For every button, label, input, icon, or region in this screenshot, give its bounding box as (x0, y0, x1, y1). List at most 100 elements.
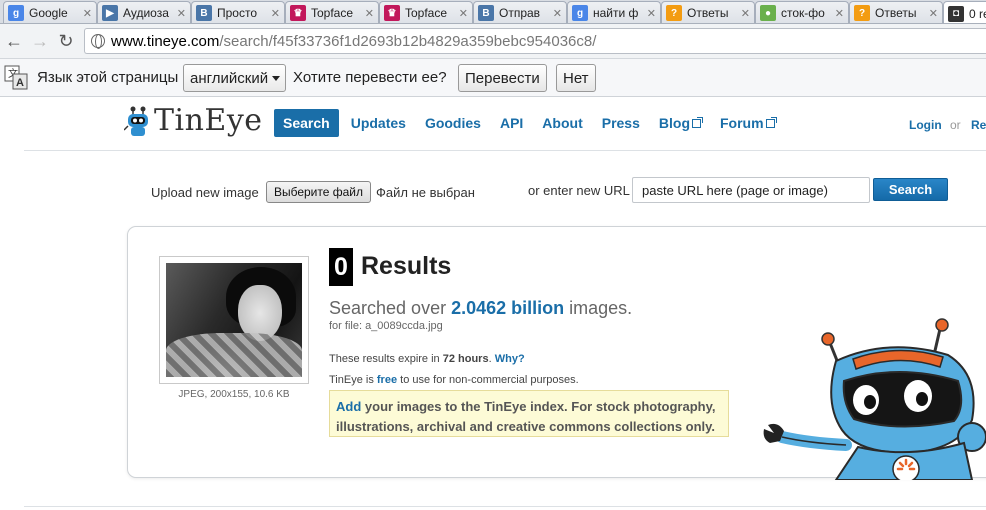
answers-icon: ? (854, 5, 870, 21)
translate-question: Хотите перевести ее? (293, 69, 447, 86)
url-label: or enter new URL (528, 183, 630, 198)
external-link-icon (765, 117, 777, 128)
expire-note: These results expire in 72 hours. Why? (329, 353, 525, 365)
tab-4[interactable]: ♛ Topface ✕ (379, 1, 473, 23)
tab-label: Google (29, 6, 68, 20)
nav-search[interactable]: Search (274, 109, 339, 137)
tab-6[interactable]: g найти ф ✕ (567, 1, 661, 23)
search-button[interactable]: Search (873, 178, 948, 201)
close-tab-icon[interactable]: ✕ (365, 7, 374, 20)
tab-label: Просто (217, 6, 258, 20)
nav-forum[interactable]: Forum (720, 110, 777, 136)
tab-9[interactable]: ? Ответы ✕ (849, 1, 943, 23)
nav-goodies[interactable]: Goodies (425, 110, 481, 136)
close-tab-icon[interactable]: ✕ (647, 7, 656, 20)
crown-icon: ♛ (290, 5, 306, 21)
close-tab-icon[interactable]: ✕ (553, 7, 562, 20)
translate-button[interactable]: Перевести (458, 64, 547, 92)
tab-3[interactable]: ♛ Topface ✕ (285, 1, 379, 23)
nav-updates[interactable]: Updates (351, 110, 406, 136)
expire-time: 72 hours (442, 353, 489, 365)
tab-strip: g Google ✕ ▶ Аудиоза ✕ B Просто ✕ ♛ Topface ✕ ♛ Topfa… (0, 0, 986, 24)
close-tab-icon[interactable]: ✕ (271, 7, 280, 20)
nav-about[interactable]: About (542, 110, 582, 136)
close-tab-icon[interactable]: ✕ (459, 7, 468, 20)
nav-blog[interactable]: Blog (658, 110, 703, 136)
result-count-badge: 0 (329, 248, 353, 286)
address-bar[interactable]: www.tineye.com/search/f45f33736f1d2693b1… (84, 28, 986, 54)
tab-7[interactable]: ? Ответы ✕ (661, 1, 755, 23)
site-header: TinEye Search Updates Goodies API About Press… (24, 97, 986, 151)
nav-label: Forum (720, 115, 764, 131)
tab-label: 0 re (969, 6, 986, 21)
nav-press[interactable]: Press (602, 110, 640, 136)
close-tab-icon[interactable]: ✕ (177, 7, 186, 20)
searched-summary: Searched over 2.0462 billion images. (329, 298, 632, 319)
nav-label: Updates (350, 115, 406, 131)
tab-label: найти ф (593, 6, 639, 20)
crown-icon: ♛ (384, 5, 400, 21)
tab-8[interactable]: ● сток-фо ✕ (755, 1, 849, 23)
translate-icon: 文 A (4, 65, 28, 90)
free-link[interactable]: free (377, 374, 397, 386)
forward-icon[interactable]: → (30, 31, 50, 51)
upload-label: Upload new image (151, 185, 259, 200)
image-caption: JPEG, 200x155, 10.6 KB (178, 389, 290, 400)
tab-label: Topface (311, 6, 354, 20)
for-file: for file: a_0089ccda.jpg (329, 320, 443, 332)
tab-10[interactable]: ◘ 0 re (943, 1, 986, 23)
vk-icon: B (196, 5, 212, 21)
tab-label: Topface (405, 6, 448, 20)
dropdown-arrow-icon (272, 76, 280, 81)
login-link[interactable]: Login (909, 118, 942, 132)
tab-2[interactable]: B Просто ✕ (191, 1, 285, 23)
promo-text-1: your images to the TinEye index. For sto… (364, 399, 716, 414)
main-nav: Search Updates Goodies API About Press Blog For… (274, 109, 794, 137)
choose-file-button[interactable]: Выберите файл (266, 181, 371, 203)
expire-prefix: These results expire in (329, 353, 440, 365)
globe-icon (91, 34, 105, 49)
why-link[interactable]: Why? (495, 353, 525, 365)
tab-label: сток-фо (781, 6, 825, 20)
tineye-icon: ◘ (948, 5, 964, 22)
tab-label: Ответы (687, 6, 729, 20)
nav-label: Goodies (424, 115, 481, 131)
close-tab-icon[interactable]: ✕ (83, 7, 92, 20)
robot-logo-icon (124, 106, 148, 136)
circle-icon: ● (760, 5, 776, 21)
close-tab-icon[interactable]: ✕ (741, 7, 750, 20)
tineye-logo[interactable]: TinEye (124, 103, 263, 138)
nav-api[interactable]: API (500, 110, 523, 136)
language-select[interactable]: английский (183, 64, 286, 92)
tab-label: Отправ (499, 6, 541, 20)
add-link[interactable]: Add (336, 399, 361, 414)
tab-1[interactable]: ▶ Аудиоза ✕ (97, 1, 191, 23)
query-image[interactable] (159, 256, 309, 384)
nav-label: Blog (658, 115, 690, 131)
free-note: TinEye is free to use for non-commercial… (329, 374, 579, 386)
nav-label: Press (601, 115, 640, 131)
nav-label: API (499, 115, 524, 131)
reload-icon[interactable]: ↻ (56, 31, 76, 51)
no-translate-button[interactable]: Нет (556, 64, 596, 92)
nav-label: Search (283, 115, 330, 131)
query-image-photo (166, 263, 302, 377)
svg-text:A: A (16, 77, 24, 89)
results-heading: Results (361, 252, 452, 280)
tab-0[interactable]: g Google ✕ (3, 1, 97, 23)
play-icon: ▶ (102, 5, 118, 21)
back-icon[interactable]: ← (4, 31, 24, 51)
url-input[interactable]: paste URL here (page or image) (632, 177, 870, 203)
close-tab-icon[interactable]: ✕ (929, 7, 938, 20)
register-link[interactable]: Re (971, 118, 986, 132)
tab-5[interactable]: B Отправ ✕ (473, 1, 567, 23)
nav-label: About (542, 115, 583, 131)
answers-icon: ? (666, 5, 682, 21)
tab-label: Аудиоза (123, 6, 169, 20)
searched-prefix: Searched over (329, 298, 447, 318)
external-link-icon (692, 117, 703, 128)
searched-suffix: images. (569, 298, 633, 318)
close-tab-icon[interactable]: ✕ (835, 7, 844, 20)
search-form: Upload new image Выберите файл Файл не в… (0, 170, 986, 210)
logo-text: TinEye (154, 103, 263, 138)
